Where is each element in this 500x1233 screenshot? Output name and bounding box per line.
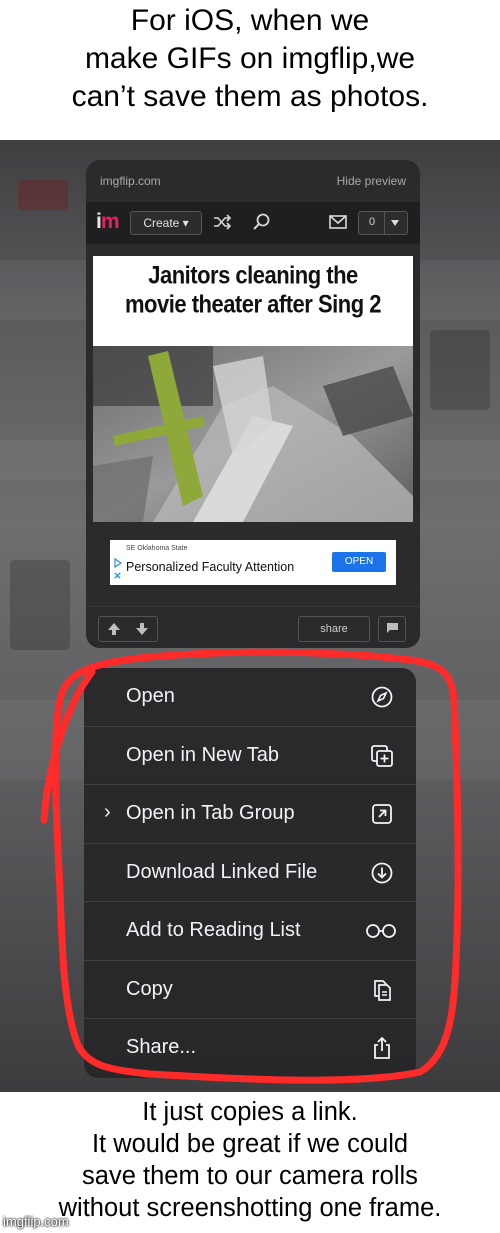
bottom-caption-line: It would be great if we could [91,1130,409,1158]
menu-item-label: Open in New Tab [126,743,280,766]
blurred-background-shape [18,180,68,210]
menu-item-share[interactable]: Share... [84,1019,416,1078]
link-preview-card[interactable]: imgflip.com Hide preview im Create ▾ 0 J… [86,160,420,648]
preview-header: imgflip.com Hide preview [86,160,420,202]
top-caption-line: can’t save them as photos. [71,80,429,113]
chevron-right-icon: › [104,801,111,823]
menu-item-copy[interactable]: Copy [84,961,416,1019]
advertisement-banner[interactable]: SE Oklahoma State Personalized Faculty A… [110,540,396,585]
ios-screenshot: imgflip.com Hide preview im Create ▾ 0 J… [0,140,500,1092]
logo-letter-m: m [100,210,120,233]
chevron-down-icon [391,220,399,226]
top-caption: For iOS, when we make GIFs on imgflip,we… [0,2,500,116]
ad-close-icon[interactable] [113,571,122,580]
menu-item-label: Open in Tab Group [126,802,295,824]
top-caption-line: For iOS, when we [130,4,370,37]
downvote-arrow-icon[interactable] [135,622,149,636]
menu-item-label: Copy [126,977,173,1000]
share-button[interactable]: share [298,616,370,642]
menu-item-open[interactable]: Open [84,668,416,727]
notification-divider [384,212,385,234]
notification-count: 0 [369,216,376,228]
shuffle-icon[interactable] [212,212,232,232]
ios-context-menu: Open Open in New Tab › Open in Tab Group [84,668,416,1078]
copy-icon [374,979,391,1001]
flag-icon [387,623,398,633]
tab-group-icon [372,804,392,824]
bottom-caption-line: save them to our camera rolls [82,1162,418,1190]
ad-open-button[interactable]: OPEN [332,552,386,572]
menu-item-label: Download Linked File [126,860,318,883]
mail-icon[interactable] [328,212,348,232]
flag-button[interactable] [378,616,406,642]
preview-footer: share [86,606,420,648]
blurred-background-shape [430,330,490,410]
imgflip-logo[interactable]: im [96,210,120,234]
blurred-background-shape [10,560,70,650]
create-dropdown-button[interactable]: Create ▾ [130,211,202,235]
bottom-caption-line: without screenshotting one frame. [58,1194,442,1222]
menu-item-label: Open [126,685,175,707]
menu-item-download-linked-file[interactable]: Download Linked File [84,844,416,902]
meme-gif[interactable]: Janitors cleaning the movie theater afte… [93,256,413,522]
hide-preview-button[interactable]: Hide preview [337,174,406,188]
menu-item-label: Add to Reading List [126,919,301,941]
gif-frame-image [93,346,413,522]
meme-caption-line: Janitors cleaning the [148,260,358,289]
ad-choices-icon[interactable] [113,558,123,568]
compass-icon [371,686,393,708]
meme-caption: Janitors cleaning the movie theater afte… [93,261,413,319]
new-tab-icon [371,744,393,767]
search-icon[interactable] [252,212,272,232]
imgflip-watermark: imgflip.com [3,1214,69,1229]
menu-item-label: Share... [126,1036,197,1058]
meme-caption-line: movie theater after Sing 2 [125,290,381,318]
upvote-arrow-icon[interactable] [107,622,121,636]
notifications-button[interactable]: 0 [358,211,408,235]
top-caption-line: make GIFs on imgflip,we [84,42,416,75]
bottom-caption: It just copies a link. It would be great… [0,1096,500,1224]
glasses-icon [366,924,396,938]
preview-site-label: imgflip.com [100,174,161,188]
bottom-caption-line: It just copies a link. [142,1098,358,1126]
download-icon [371,862,393,883]
share-icon [374,1036,390,1059]
menu-item-open-tab-group[interactable]: › Open in Tab Group [84,785,416,844]
menu-item-open-new-tab[interactable]: Open in New Tab [84,727,416,785]
ad-sponsor: SE Oklahoma State [126,545,188,552]
site-navbar: im Create ▾ 0 [86,202,420,244]
ad-headline: Personalized Faculty Attention [126,560,295,574]
vote-buttons [98,616,158,642]
menu-item-add-to-reading-list[interactable]: Add to Reading List [84,902,416,961]
